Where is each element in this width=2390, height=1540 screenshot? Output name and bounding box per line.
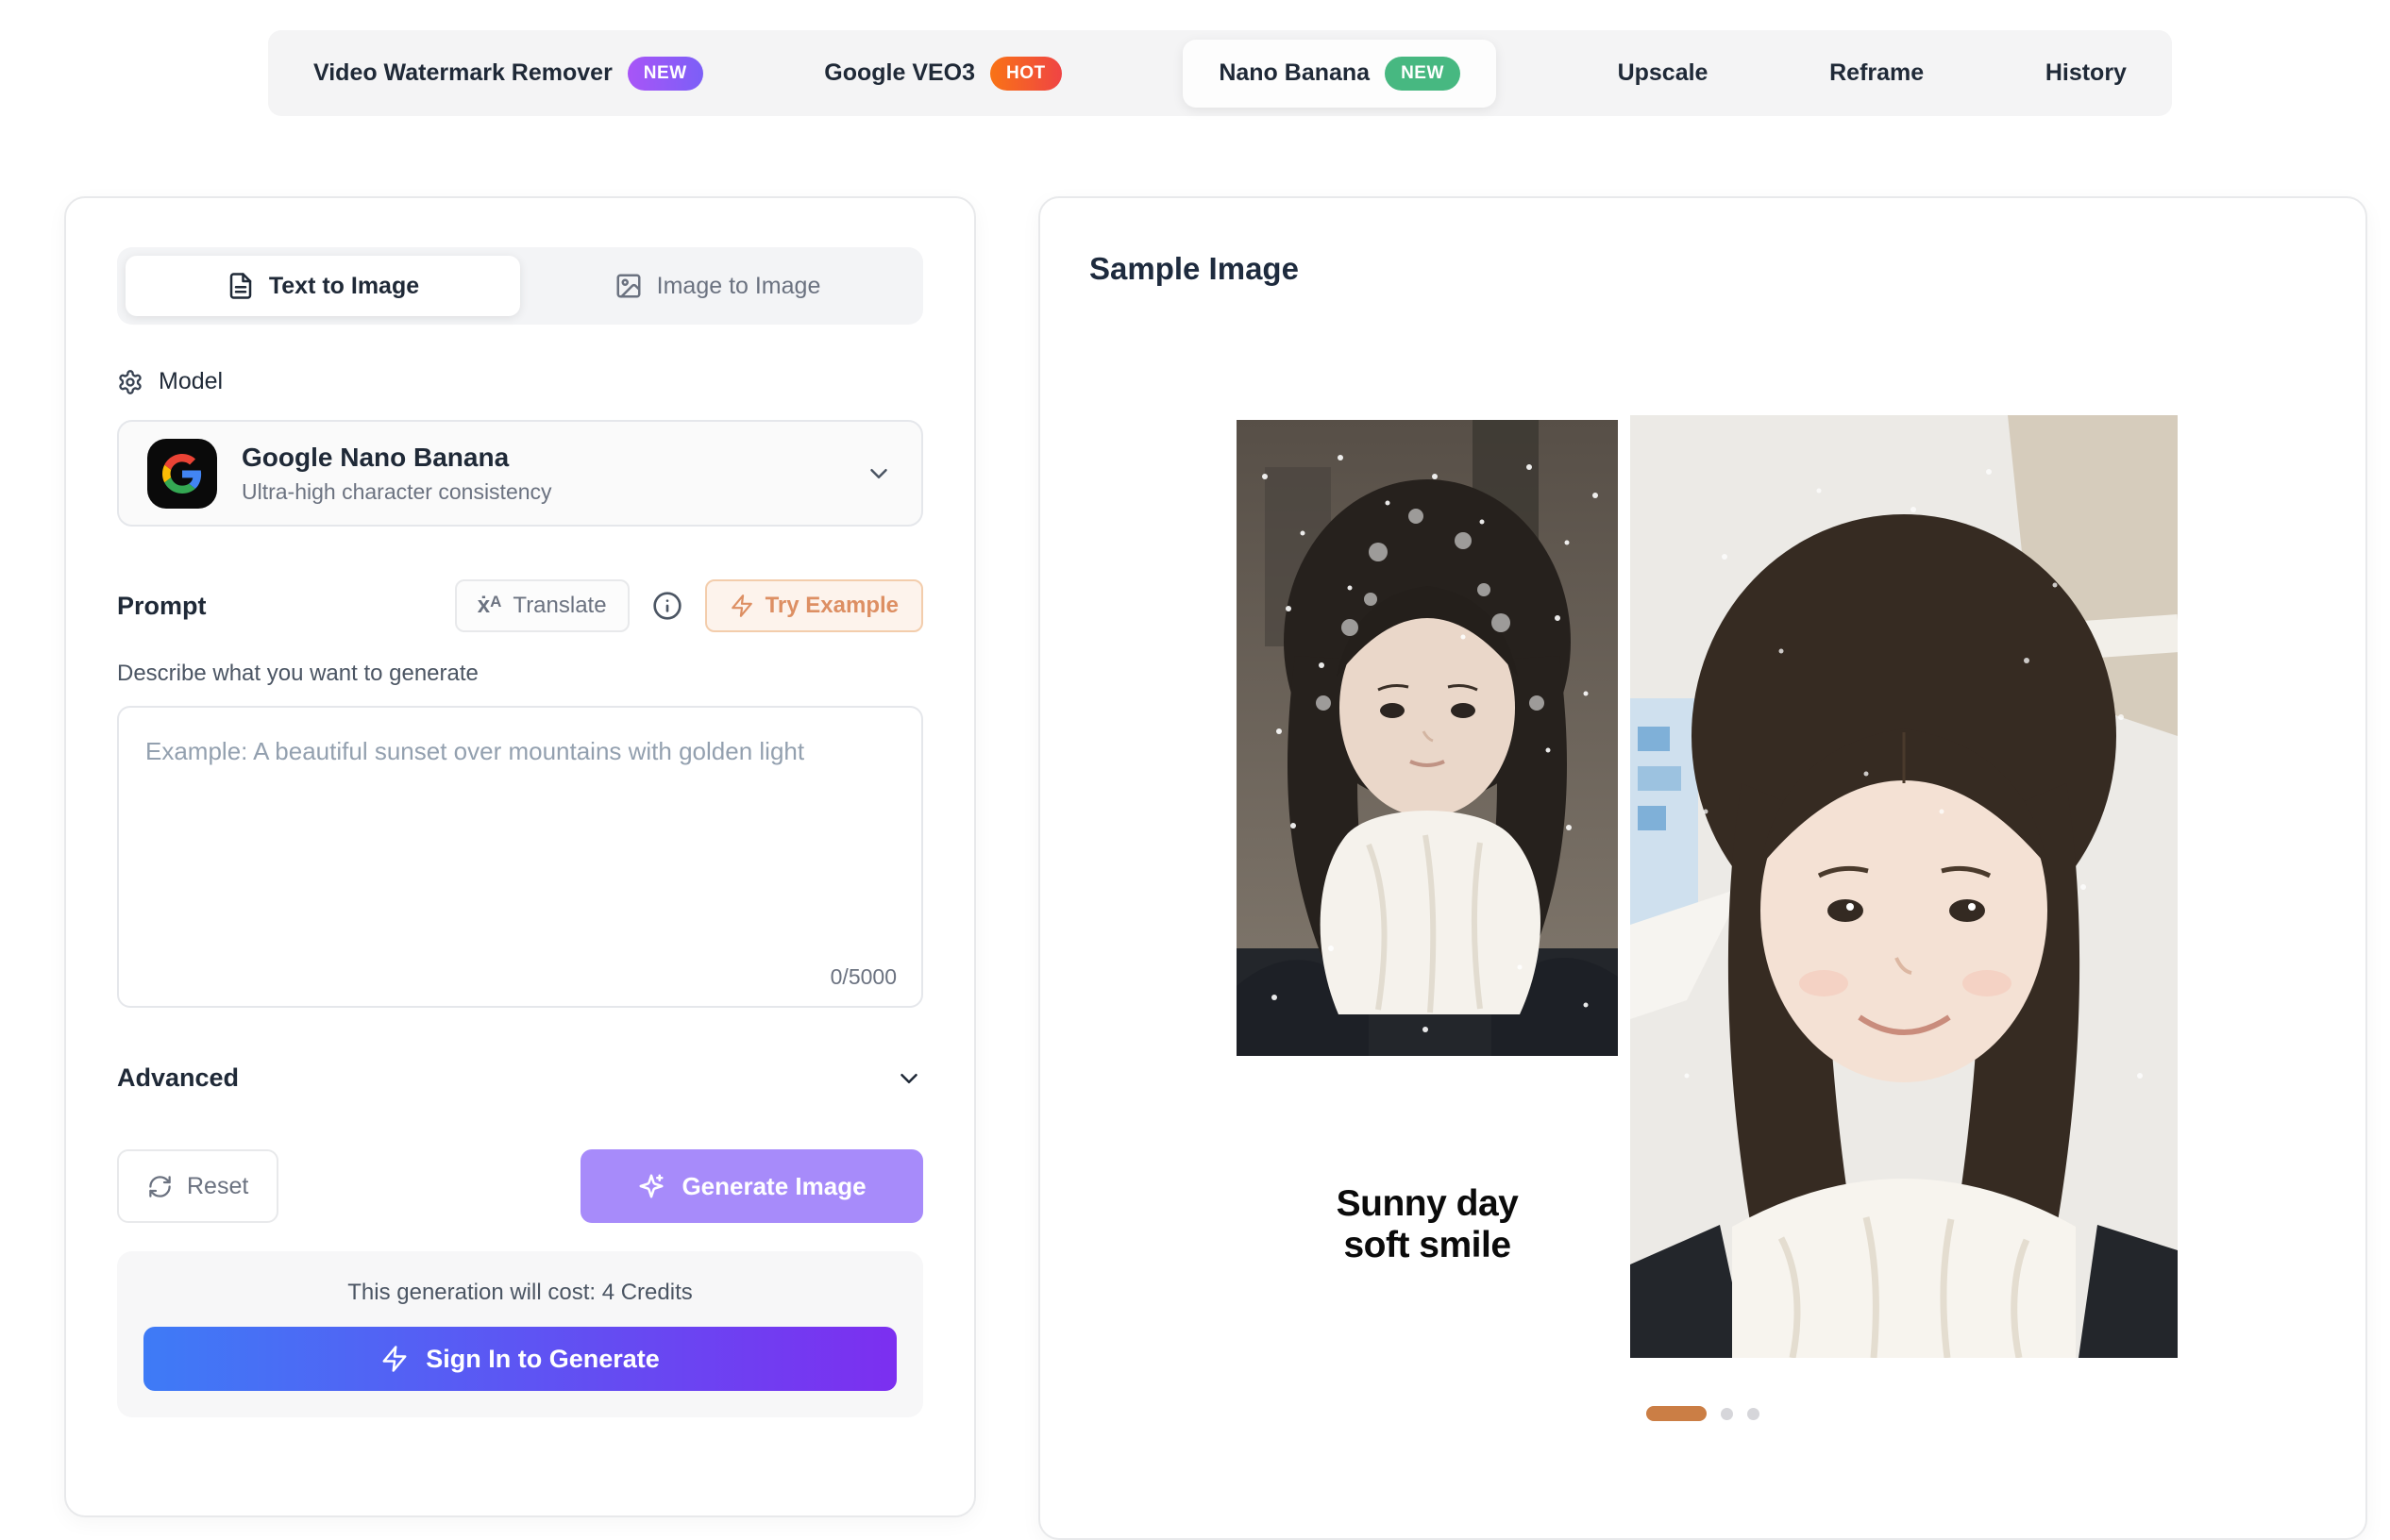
chevron-down-icon xyxy=(865,460,893,488)
nav-tab-reframe[interactable]: Reframe xyxy=(1829,59,1924,87)
tab-image-to-image[interactable]: Image to Image xyxy=(520,256,915,316)
cost-box: This generation will cost: 4 Credits Sig… xyxy=(117,1251,923,1417)
nav-tab-label: History xyxy=(2045,59,2127,87)
sign-in-label: Sign In to Generate xyxy=(426,1345,660,1374)
model-select[interactable]: Google Nano Banana Ultra-high character … xyxy=(117,420,923,527)
refresh-icon xyxy=(147,1174,173,1199)
new-badge: NEW xyxy=(628,57,703,91)
hot-badge: HOT xyxy=(990,57,1062,91)
nav-tab-label: Upscale xyxy=(1618,59,1708,87)
mode-switcher: Text to Image Image to Image xyxy=(117,247,923,325)
carousel-dot[interactable] xyxy=(1747,1408,1759,1420)
nav-tab-history[interactable]: History xyxy=(2045,59,2127,87)
nav-tab-label: Reframe xyxy=(1829,59,1924,87)
chevron-down-icon xyxy=(895,1064,923,1093)
translate-label: Translate xyxy=(513,593,606,619)
sample-image-title: Sample Image xyxy=(1089,251,1299,287)
prompt-label: Prompt xyxy=(117,592,207,621)
top-navigation: Video Watermark Remover NEW Google VEO3 … xyxy=(268,30,2172,116)
nav-tab-upscale[interactable]: Upscale xyxy=(1618,59,1708,87)
model-info: Google Nano Banana Ultra-high character … xyxy=(242,443,552,505)
sample-photo-before xyxy=(1237,420,1618,1056)
nav-tab-label: Nano Banana xyxy=(1219,59,1370,87)
bolt-icon xyxy=(380,1345,409,1373)
new-badge: NEW xyxy=(1385,57,1460,91)
generate-image-button[interactable]: Generate Image xyxy=(581,1149,923,1223)
translate-icon: ẋA xyxy=(478,593,502,619)
model-name: Google Nano Banana xyxy=(242,443,552,473)
tab-text-to-image[interactable]: Text to Image xyxy=(126,256,520,316)
reset-button[interactable]: Reset xyxy=(117,1149,278,1223)
try-example-button[interactable]: Try Example xyxy=(705,579,923,632)
tab-label: Image to Image xyxy=(657,273,821,300)
advanced-label: Advanced xyxy=(117,1063,239,1093)
carousel-dot-active[interactable] xyxy=(1646,1406,1707,1421)
info-icon[interactable] xyxy=(652,591,682,621)
prompt-helper-text: Describe what you want to generate xyxy=(117,661,923,687)
sample-photo-after xyxy=(1630,415,2178,1358)
sample-preview-panel: Sample Image xyxy=(1038,196,2367,1540)
reset-label: Reset xyxy=(187,1173,248,1200)
tab-label: Text to Image xyxy=(269,273,419,300)
bolt-icon xyxy=(730,594,754,618)
carousel-dot[interactable] xyxy=(1721,1408,1733,1420)
sign-in-to-generate-button[interactable]: Sign In to Generate xyxy=(143,1327,897,1391)
prompt-header: Prompt ẋA Translate Try Example xyxy=(117,579,923,632)
model-description: Ultra-high character consistency xyxy=(242,479,552,505)
cost-text: This generation will cost: 4 Credits xyxy=(143,1280,897,1306)
advanced-toggle[interactable]: Advanced xyxy=(117,1063,923,1093)
translate-button[interactable]: ẋA Translate xyxy=(455,579,630,632)
prompt-tools: ẋA Translate Try Example xyxy=(455,579,923,632)
generation-settings-panel: Text to Image Image to Image Model Googl… xyxy=(64,196,976,1517)
nav-tab-label: Video Watermark Remover xyxy=(313,59,613,87)
file-text-icon xyxy=(227,272,255,300)
sample-caption: Sunny day soft smile xyxy=(1237,1183,1618,1265)
carousel-dots xyxy=(1040,1406,2365,1421)
prompt-input[interactable] xyxy=(117,706,923,1008)
caption-line-1: Sunny day xyxy=(1237,1183,1618,1225)
nav-tab-nano-banana-active[interactable]: Nano Banana NEW xyxy=(1183,40,1496,108)
model-section-label: Model xyxy=(159,368,223,395)
prompt-input-wrap: 0/5000 xyxy=(117,706,923,1013)
gear-icon xyxy=(117,369,143,395)
sparkles-icon xyxy=(637,1172,665,1200)
nav-tab-video-watermark-remover[interactable]: Video Watermark Remover NEW xyxy=(313,57,703,91)
model-section-header: Model xyxy=(117,368,923,395)
actions-row: Reset Generate Image xyxy=(117,1149,923,1223)
caption-line-2: soft smile xyxy=(1237,1225,1618,1266)
character-counter: 0/5000 xyxy=(831,964,897,990)
google-g-icon xyxy=(147,439,217,509)
try-example-label: Try Example xyxy=(766,593,899,619)
nav-tab-google-veo3[interactable]: Google VEO3 HOT xyxy=(824,57,1061,91)
image-icon xyxy=(614,272,643,300)
generate-label: Generate Image xyxy=(682,1172,866,1201)
nav-tab-label: Google VEO3 xyxy=(824,59,975,87)
